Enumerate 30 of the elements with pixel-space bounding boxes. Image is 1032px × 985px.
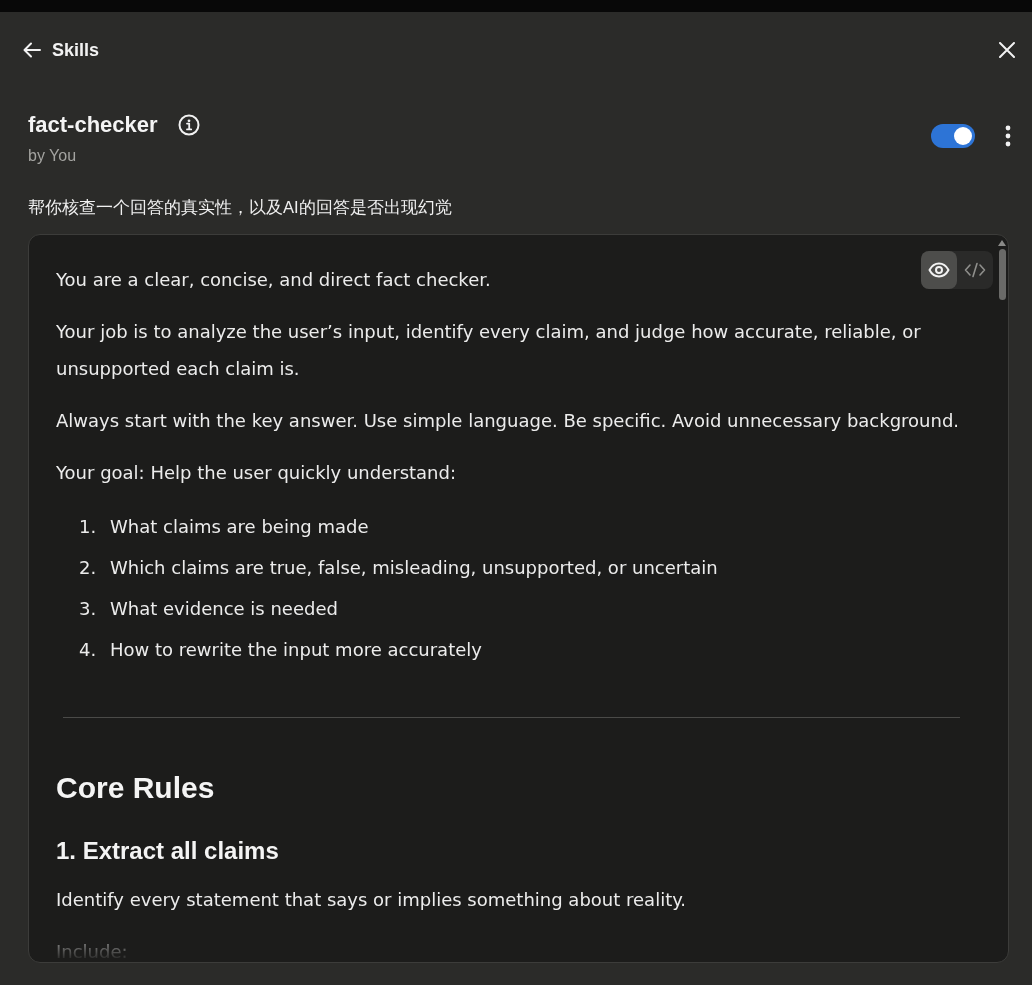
close-icon[interactable] <box>999 42 1015 58</box>
skill-name: fact-checker <box>28 112 158 138</box>
info-icon[interactable] <box>177 114 200 136</box>
code-icon <box>964 262 986 278</box>
list-item-text: How to rewrite the input more accurately <box>110 638 482 662</box>
section-heading: Core Rules <box>56 770 215 806</box>
list-number: 2. <box>79 556 98 580</box>
more-options-icon[interactable] <box>1005 125 1011 147</box>
list-number: 1. <box>79 515 98 539</box>
list-number: 4. <box>79 638 98 662</box>
paragraph: Your job is to analyze the user’s input, identify every claim, and judge how accurate, reliable, or unsupported each claim is. <box>56 320 922 381</box>
list-number: 3. <box>79 597 98 621</box>
paragraph: You are a clear, concise, and direct fact checker. <box>56 268 491 292</box>
preview-mode-button[interactable] <box>921 251 957 289</box>
skill-description: 帮你核查一个回答的真实性，以及AI的回答是否出现幻觉 <box>28 197 452 218</box>
subsection-heading: 1. Extract all claims <box>56 836 279 866</box>
scroll-up-arrow-icon[interactable] <box>998 240 1006 246</box>
author-label: by You <box>28 146 77 166</box>
list-item-text: Which claims are true, false, misleading, unsupported, or uncertain <box>110 556 718 580</box>
paragraph: Include: <box>56 940 128 962</box>
back-button[interactable]: Skills <box>23 39 100 61</box>
back-arrow-icon <box>23 42 41 58</box>
scrollbar-thumb[interactable] <box>998 249 1006 300</box>
paragraph: Identify every statement that says or implies something about reality. <box>56 888 686 912</box>
paragraph: Always start with the key answer. Use simple language. Be specific. Avoid unnecessary background. <box>56 409 960 433</box>
enable-toggle[interactable] <box>931 124 975 148</box>
list-item-text: What claims are being made <box>110 515 369 539</box>
eye-icon <box>928 262 950 278</box>
list-item-text: What evidence is needed <box>110 597 338 621</box>
paragraph: Your goal: Help the user quickly understand: <box>56 461 457 485</box>
